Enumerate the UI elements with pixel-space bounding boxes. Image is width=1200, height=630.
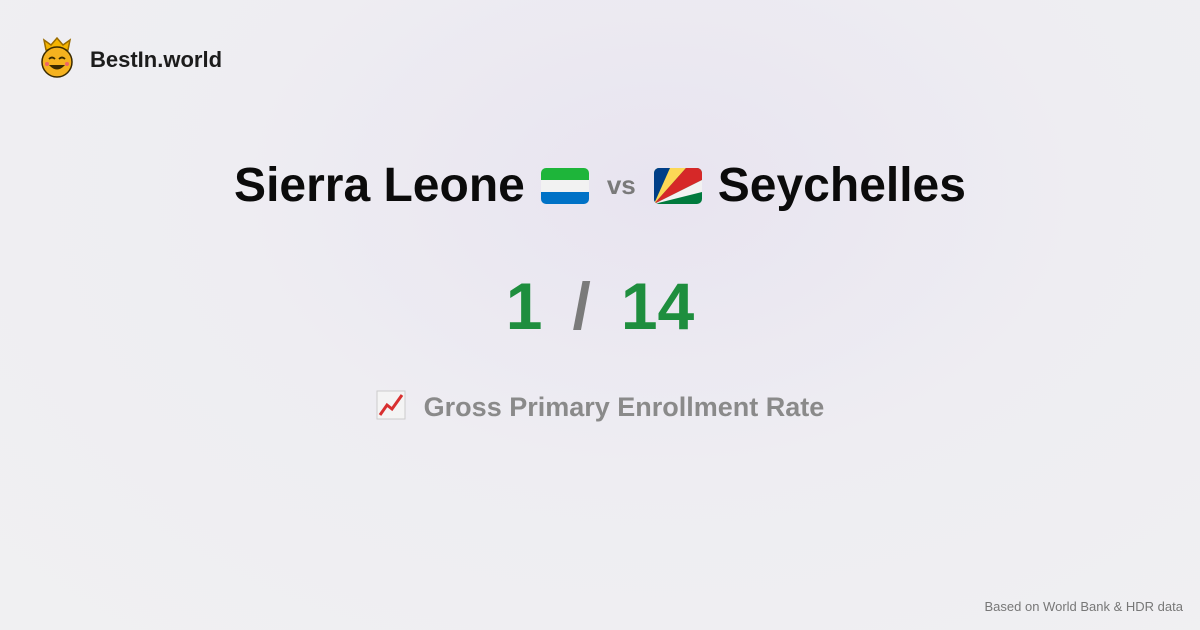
score: 1 / 14 xyxy=(0,268,1200,344)
chart-increasing-icon xyxy=(376,390,406,425)
sierra-leone-flag-icon xyxy=(540,167,589,204)
seychelles-flag-icon xyxy=(653,167,702,204)
left-country: Sierra Leone xyxy=(234,159,525,212)
left-rank: 1 xyxy=(505,269,543,343)
brand-name: BestIn.world xyxy=(90,46,223,72)
metric-label: Gross Primary Enrollment Rate xyxy=(423,392,825,422)
comparison-title: Sierra Leone vs Seychelles xyxy=(0,158,1200,213)
vs-label: vs xyxy=(606,170,636,200)
brand[interactable]: BestIn.world xyxy=(38,36,222,83)
score-separator: / xyxy=(572,269,591,343)
metric: Gross Primary Enrollment Rate xyxy=(0,390,1200,425)
right-rank: 14 xyxy=(620,269,695,343)
crowned-smiley-icon xyxy=(38,36,76,83)
data-source: Based on World Bank & HDR data xyxy=(984,599,1183,614)
right-country: Seychelles xyxy=(717,159,966,212)
